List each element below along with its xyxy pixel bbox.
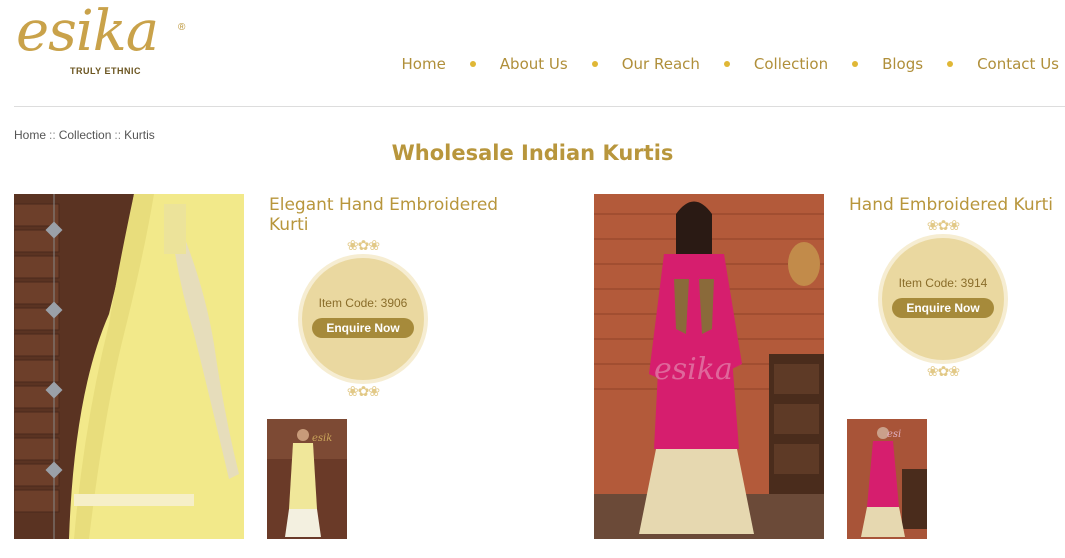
product-thumbnail[interactable]: esik	[267, 419, 347, 539]
breadcrumb-home[interactable]: Home	[14, 128, 46, 142]
breadcrumb-kurtis: Kurtis	[124, 128, 155, 142]
product-name-line1: Hand Embroidered Kurti	[849, 195, 1053, 215]
nav-about-us[interactable]: About Us	[500, 55, 568, 73]
nav-home[interactable]: Home	[402, 55, 446, 73]
breadcrumb: Home:: Collection:: Kurtis	[14, 128, 155, 142]
product-main-image[interactable]	[14, 194, 244, 539]
logo-wordmark: esika	[16, 0, 159, 64]
svg-text:esi: esi	[887, 429, 901, 440]
enquire-now-button[interactable]: Enquire Now	[312, 318, 414, 338]
item-code: Item Code: 3914	[898, 276, 988, 290]
svg-text:esik: esik	[312, 433, 332, 444]
product-name-line2: Kurti	[269, 215, 309, 235]
nav-separator-dot	[469, 61, 476, 67]
item-code-badge: ❀✿❀ Item Code: 3906 Enquire Now ❀✿❀	[298, 236, 428, 399]
product-name-line1: Elegant Hand Embroidered	[269, 195, 499, 215]
brand-logo[interactable]: esika ® TRULY ETHNIC	[16, 4, 191, 80]
product-thumbnail[interactable]: esi	[847, 419, 927, 539]
logo-tagline: TRULY ETHNIC	[70, 66, 142, 76]
enquire-now-button[interactable]: Enquire Now	[892, 298, 994, 318]
header-divider	[14, 106, 1065, 107]
product-main-image[interactable]: esika	[594, 194, 824, 539]
main-nav: Home About Us Our Reach Collection Blogs…	[402, 54, 1060, 74]
product-name[interactable]: Elegant Hand Embroidered Kurti	[269, 195, 509, 235]
nav-separator-dot	[591, 61, 598, 67]
breadcrumb-collection[interactable]: Collection	[59, 128, 112, 142]
nav-blogs[interactable]: Blogs	[882, 55, 923, 73]
logo-registered-mark: ®	[178, 22, 186, 33]
ornament-bottom-icon: ❀✿❀	[346, 383, 380, 399]
ornament-top-icon: ❀✿❀	[346, 237, 380, 253]
item-code-badge: ❀✿❀ Item Code: 3914 Enquire Now ❀✿❀	[878, 216, 1008, 379]
nav-collection[interactable]: Collection	[754, 55, 828, 73]
page-title: Wholesale Indian Kurtis	[391, 141, 674, 165]
nav-separator-dot	[852, 61, 859, 67]
breadcrumb-separator: ::	[49, 128, 56, 142]
svg-text:esika: esika	[654, 352, 733, 387]
nav-our-reach[interactable]: Our Reach	[622, 55, 700, 73]
nav-separator-dot	[947, 61, 954, 67]
nav-separator-dot	[723, 61, 730, 67]
nav-contact-us[interactable]: Contact Us	[977, 55, 1059, 73]
product-name[interactable]: Hand Embroidered Kurti	[849, 195, 1065, 215]
item-code: Item Code: 3906	[318, 296, 408, 310]
ornament-top-icon: ❀✿❀	[926, 217, 960, 233]
ornament-bottom-icon: ❀✿❀	[926, 363, 960, 379]
breadcrumb-separator: ::	[114, 128, 122, 142]
